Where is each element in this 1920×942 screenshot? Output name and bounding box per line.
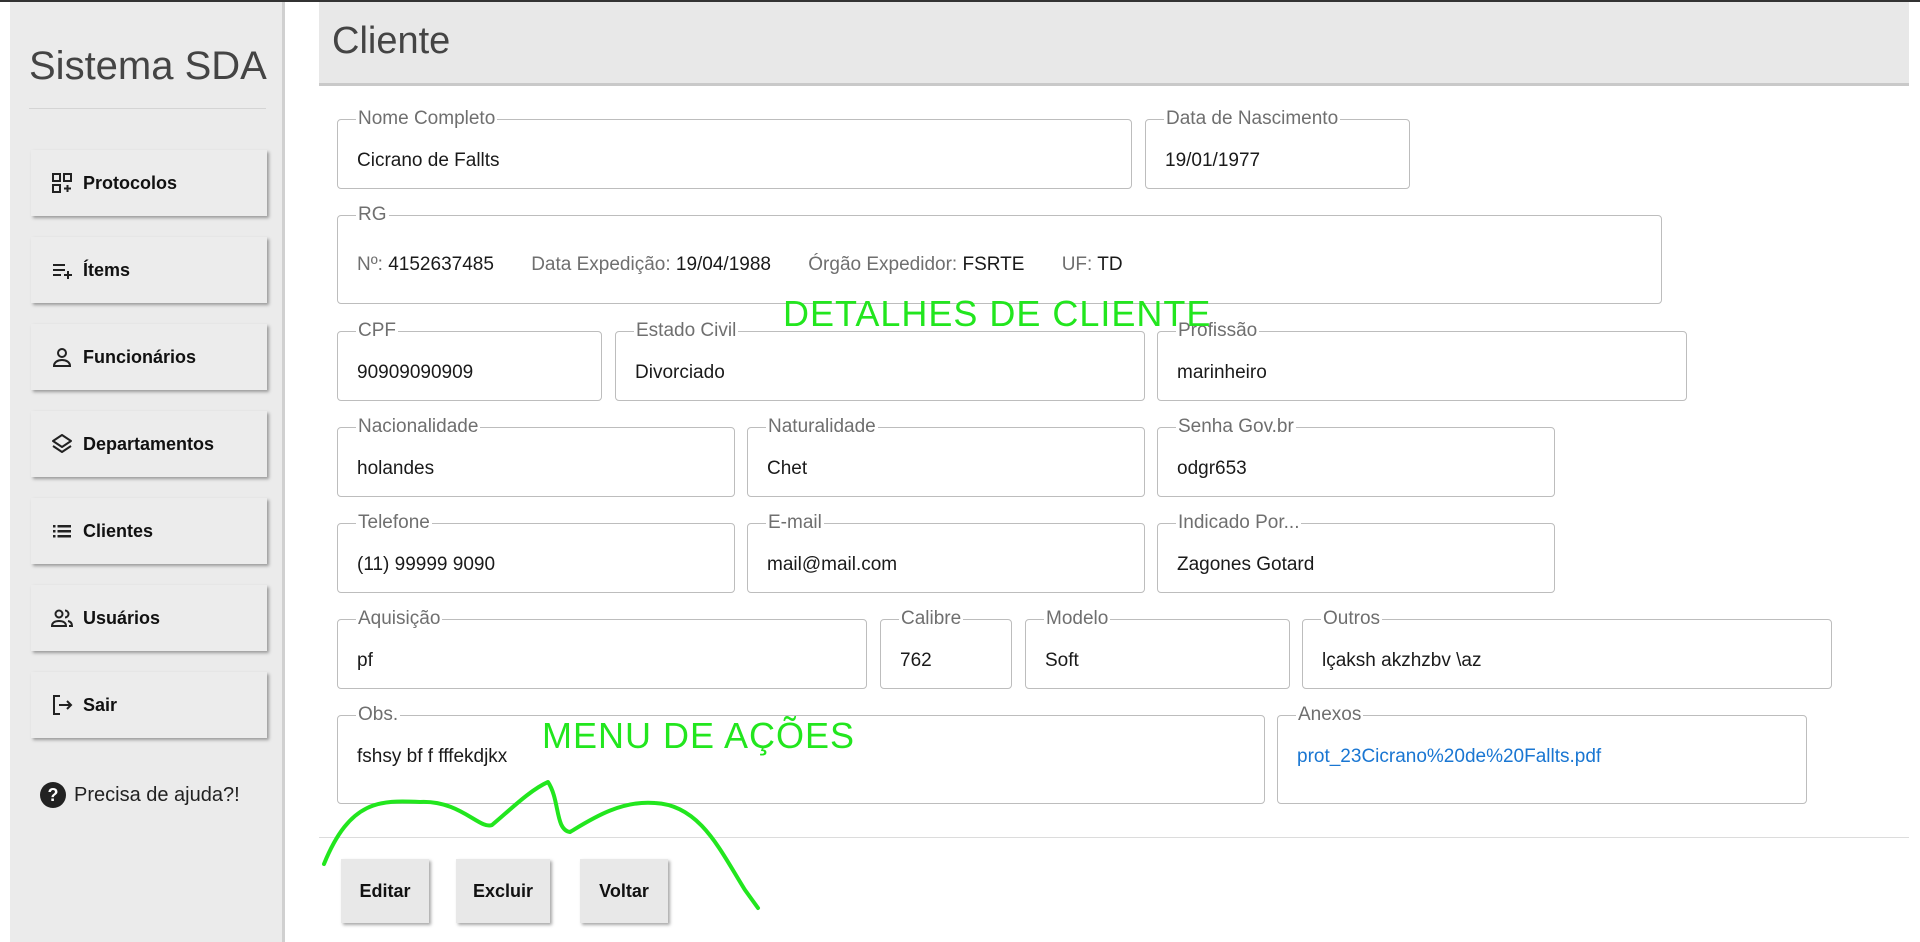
email-field: E-mail mail@mail.com — [747, 512, 1145, 593]
help-link[interactable]: ? Precisa de ajuda?! — [40, 782, 240, 808]
help-label: Precisa de ajuda?! — [74, 783, 240, 806]
list-icon — [49, 518, 75, 544]
rg-uf-label: UF: — [1061, 254, 1093, 275]
field-value: pf — [357, 650, 373, 671]
rg-uf: TD — [1097, 254, 1123, 275]
page-title: Cliente — [332, 20, 451, 62]
field-value: Soft — [1045, 650, 1079, 671]
sidebar-item-label: Sair — [83, 694, 118, 715]
brand-divider — [29, 108, 266, 109]
field-label: Senha Gov.br — [1176, 416, 1296, 438]
field-label: RG — [356, 204, 389, 226]
field-label: CPF — [356, 320, 398, 342]
field-value: Chet — [767, 458, 808, 479]
layers-icon — [49, 431, 75, 457]
attachment-link[interactable]: prot_23Cicrano%20de%20Fallts.pdf — [1297, 746, 1601, 768]
senha-gov-field: Senha Gov.br odgr653 — [1157, 416, 1555, 497]
aquisicao-field: Aquisição pf — [337, 608, 867, 689]
field-value: holandes — [357, 458, 435, 479]
field-value: odgr653 — [1177, 458, 1247, 479]
sidebar-item-itens[interactable]: Ítems — [31, 237, 267, 303]
telefone-field: Telefone (11) 99999 9090 — [337, 512, 735, 593]
sidebar-item-funcionarios[interactable]: Funcionários — [31, 324, 267, 390]
field-value: marinheiro — [1177, 362, 1267, 383]
field-value: Divorciado — [635, 362, 725, 383]
person-icon — [49, 344, 75, 370]
people-icon — [49, 605, 75, 631]
field-label: Calibre — [899, 608, 964, 630]
field-label: Naturalidade — [766, 416, 878, 438]
sidebar-item-clientes[interactable]: Clientes — [31, 498, 267, 564]
field-label: E-mail — [766, 512, 824, 534]
sidebar-item-departamentos[interactable]: Departamentos — [31, 411, 267, 477]
rg-expedicao-label: Data Expedição: — [531, 254, 671, 275]
rg-orgao-label: Órgão Expedidor: — [808, 254, 958, 275]
field-value: fshsy bf f fffekdjkx — [357, 746, 508, 767]
nacionalidade-field: Nacionalidade holandes — [337, 416, 735, 497]
sidebar-item-label: Funcionários — [83, 346, 197, 367]
playlist-add-icon — [49, 257, 75, 283]
logout-icon — [49, 692, 75, 718]
naturalidade-field: Naturalidade Chet — [747, 416, 1145, 497]
field-value: 90909090909 — [357, 362, 474, 383]
sidebar-item-label: Clientes — [83, 520, 154, 541]
field-label: Estado Civil — [634, 320, 739, 342]
outros-field: Outros lçaksh akzhzbv \az — [1302, 608, 1832, 689]
rg-numero-label: Nº: — [357, 254, 383, 275]
field-value: lçaksh akzhzbv \az — [1322, 650, 1482, 671]
field-label: Outros — [1321, 608, 1383, 630]
delete-button[interactable]: Excluir — [456, 859, 550, 923]
menu-annotation: MENU DE AÇÕES — [542, 715, 856, 756]
rg-numero: 4152637485 — [388, 254, 494, 275]
field-value: 762 — [900, 650, 932, 671]
field-label: Indicado Por... — [1176, 512, 1302, 534]
nascimento-field: Data de Nascimento 19/01/1977 — [1145, 108, 1410, 189]
field-label: Anexos — [1296, 704, 1364, 726]
details-annotation: DETALHES DE CLIENTE — [783, 293, 1212, 334]
sidebar-item-protocolos[interactable]: Protocolos — [31, 150, 267, 216]
sidebar-item-label: Usuários — [83, 607, 161, 628]
field-label: Modelo — [1044, 608, 1111, 630]
calibre-field: Calibre 762 — [880, 608, 1012, 689]
field-value: Zagones Gotard — [1177, 554, 1315, 575]
sidebar-item-usuarios[interactable]: Usuários — [31, 585, 267, 651]
edit-button[interactable]: Editar — [341, 859, 429, 923]
profissao-field: Profissão marinheiro — [1157, 320, 1687, 401]
rg-details: Nº: 4152637485 Data Expedição: 19/04/198… — [357, 254, 1155, 276]
nome-field: Nome Completo Cicrano de Fallts — [337, 108, 1132, 189]
field-value: 19/01/1977 — [1165, 150, 1261, 171]
sidebar: Sistema SDA Protocolos Ítems Funcionário… — [10, 2, 285, 942]
indicado-field: Indicado Por... Zagones Gotard — [1157, 512, 1555, 593]
rg-expedicao: 19/04/1988 — [675, 254, 771, 275]
page-header: Cliente — [319, 2, 1909, 86]
rg-field: RG Nº: 4152637485 Data Expedição: 19/04/… — [337, 204, 1662, 304]
dashboard-add-icon — [49, 170, 75, 196]
field-label: Obs. — [356, 704, 401, 726]
actions-divider — [319, 837, 1909, 838]
back-button[interactable]: Voltar — [580, 859, 668, 923]
sidebar-item-label: Protocolos — [83, 172, 178, 193]
anexos-field: Anexos prot_23Cicrano%20de%20Fallts.pdf — [1277, 704, 1807, 804]
field-label: Nacionalidade — [356, 416, 481, 438]
field-label: Nome Completo — [356, 108, 498, 130]
field-value: mail@mail.com — [767, 554, 898, 575]
sidebar-item-label: Departamentos — [83, 433, 215, 454]
field-label: Telefone — [356, 512, 432, 534]
modelo-field: Modelo Soft — [1025, 608, 1290, 689]
field-value: Cicrano de Fallts — [357, 150, 500, 171]
app-brand: Sistema SDA — [29, 44, 267, 88]
field-value: (11) 99999 9090 — [357, 554, 496, 575]
estado-civil-field: Estado Civil Divorciado — [615, 320, 1145, 401]
cpf-field: CPF 90909090909 — [337, 320, 602, 401]
sidebar-item-label: Ítems — [83, 259, 131, 280]
field-label: Aquisição — [356, 608, 443, 630]
sidebar-item-sair[interactable]: Sair — [31, 672, 267, 738]
help-icon: ? — [40, 782, 66, 808]
field-label: Data de Nascimento — [1164, 108, 1341, 130]
rg-orgao: FSRTE — [962, 254, 1025, 275]
